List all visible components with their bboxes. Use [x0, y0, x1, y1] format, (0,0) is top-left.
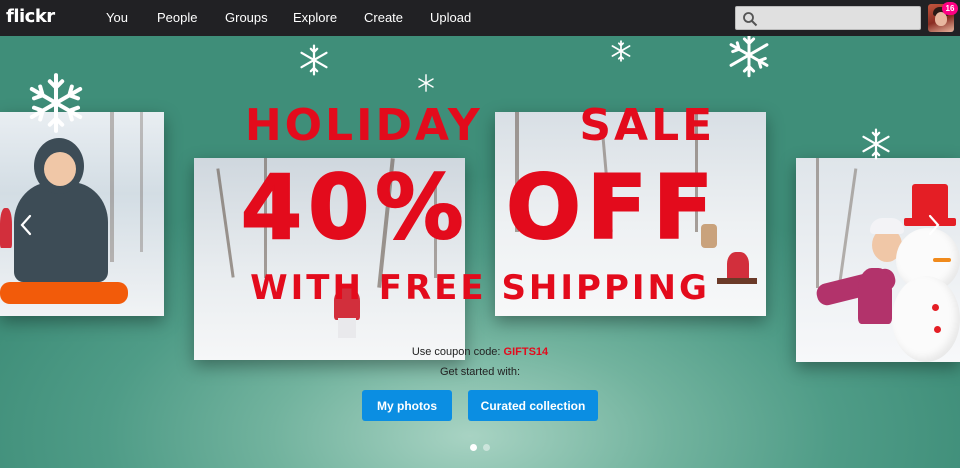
coupon-label: Use coupon code:: [411, 346, 504, 358]
snowflake-icon: [418, 74, 434, 92]
my-photos-button[interactable]: My photos: [362, 390, 452, 421]
coupon-line: Use coupon code: GIFTS14: [0, 346, 960, 358]
nav-groups[interactable]: Groups: [225, 10, 268, 25]
curated-collection-button[interactable]: Curated collection: [468, 390, 598, 421]
nav-explore[interactable]: Explore: [293, 10, 337, 25]
carousel-dot-1[interactable]: [470, 444, 477, 451]
discount-text: 40% OFF: [240, 155, 720, 260]
nav-people[interactable]: People: [157, 10, 197, 25]
nav-create[interactable]: Create: [364, 10, 403, 25]
search-box[interactable]: [735, 6, 921, 30]
holiday-sale-hero: HOLIDAY SALE 40% OFF WITH FREE SHIPPING …: [0, 36, 960, 468]
search-icon[interactable]: [742, 11, 758, 27]
get-started-text: Get started with:: [439, 366, 521, 378]
search-input[interactable]: [762, 9, 918, 27]
nav-you[interactable]: You: [106, 10, 128, 25]
flickr-logo[interactable]: flickr: [6, 6, 55, 27]
top-navigation-bar: flickr You People Groups Explore Create …: [0, 0, 960, 36]
headline-holiday-sale: HOLIDAY SALE: [244, 100, 716, 151]
headline-discount: 40% OFF: [0, 155, 960, 260]
headline-free-shipping: WITH FREE SHIPPING: [250, 268, 710, 308]
snowflake-icon: [300, 44, 328, 76]
chevron-left-icon[interactable]: [20, 214, 32, 236]
notification-badge[interactable]: 16: [942, 2, 958, 15]
nav-upload[interactable]: Upload: [430, 10, 471, 25]
snowflake-icon: [729, 36, 769, 78]
carousel-dot-2[interactable]: [483, 444, 490, 451]
chevron-right-icon[interactable]: [928, 214, 940, 236]
snowflake-icon: [611, 40, 631, 62]
coupon-code: GIFTS14: [503, 346, 549, 358]
